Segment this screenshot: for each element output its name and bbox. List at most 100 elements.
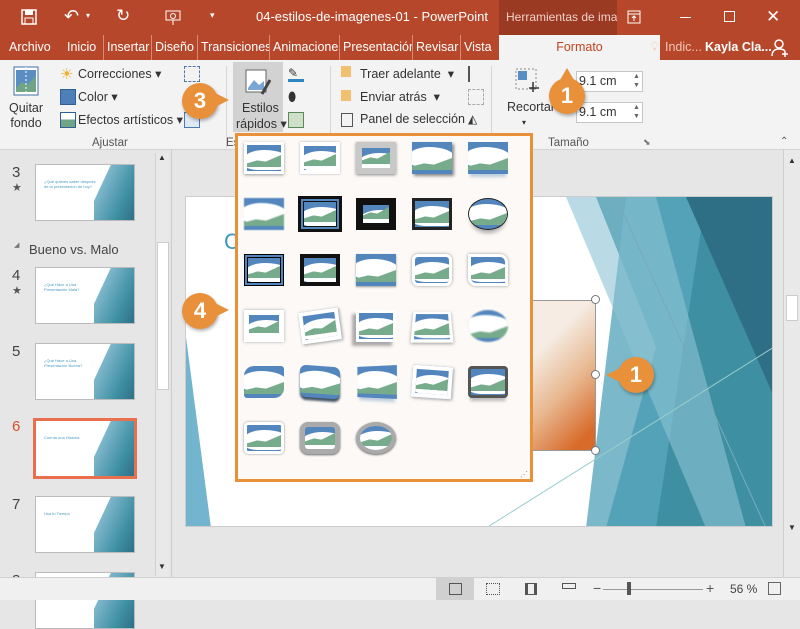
redo-icon[interactable]: ↻ xyxy=(116,6,130,26)
slide-thumbnail[interactable]: Cuenta una Historia xyxy=(33,418,137,479)
thumbnails-scrollbar[interactable]: ▲ ▼ xyxy=(155,153,169,576)
quick-style-drop-shadow[interactable] xyxy=(412,142,452,174)
tab-transiciones[interactable]: Transiciones xyxy=(198,35,270,60)
resize-handle[interactable] xyxy=(591,295,600,304)
quick-style-perspective-reflection[interactable] xyxy=(356,365,397,399)
zoom-out-icon[interactable]: − xyxy=(593,580,601,596)
slide-thumbnail[interactable]: ¿Qué quieres saber después de la present… xyxy=(35,164,135,221)
slide-thumbnail[interactable]: Usa tu Tiempo xyxy=(35,496,135,553)
slide-sorter-icon[interactable] xyxy=(486,583,500,595)
fit-slide-icon[interactable] xyxy=(768,582,781,595)
zoom-slider-thumb[interactable] xyxy=(627,582,631,595)
quick-style-metal-rounded[interactable] xyxy=(300,422,340,454)
tab-diseno[interactable]: Diseño xyxy=(152,35,198,60)
resize-handle[interactable] xyxy=(591,446,600,455)
scroll-up-icon[interactable]: ▲ xyxy=(788,156,796,165)
scrollbar-thumb[interactable] xyxy=(157,242,169,390)
quick-style-soft-edge[interactable] xyxy=(244,198,284,230)
quick-style-rotated-white[interactable] xyxy=(297,307,343,345)
selection-pane-button[interactable]: Panel de selección xyxy=(360,112,465,126)
quick-style-reflected[interactable] xyxy=(468,142,508,174)
send-backward-button[interactable]: Enviar atrás ▾ xyxy=(360,89,440,104)
quick-style-beveled-matte[interactable] xyxy=(356,254,396,286)
color-button[interactable]: Color ▾ xyxy=(78,89,118,104)
tab-revisar[interactable]: Revisar xyxy=(413,35,461,60)
collapse-ribbon-icon[interactable]: ⌃ xyxy=(780,136,788,147)
quick-style-relaxed-perspective[interactable] xyxy=(410,310,454,343)
quick-style-black-frame[interactable] xyxy=(300,254,340,286)
compress-pictures-icon[interactable] xyxy=(184,66,200,82)
quick-style-rounded-diagonal[interactable] xyxy=(244,366,284,398)
user-name[interactable]: Kayla Cla... xyxy=(705,40,772,54)
quick-style-metal-frame[interactable] xyxy=(468,366,508,398)
save-icon[interactable] xyxy=(21,9,37,25)
scroll-down-icon[interactable]: ▼ xyxy=(158,562,166,571)
editor-scrollbar[interactable]: ▲ ▼ xyxy=(783,150,800,577)
quick-style-rounded-white[interactable] xyxy=(412,254,452,286)
tab-presentacion[interactable]: Presentación xyxy=(340,35,413,60)
share-user-icon[interactable] xyxy=(770,38,790,58)
tab-insertar[interactable]: Insertar xyxy=(104,35,152,60)
bring-forward-button[interactable]: Traer adelante ▾ xyxy=(360,66,454,81)
tab-inicio[interactable]: Inicio xyxy=(64,35,104,60)
tab-vista[interactable]: Vista xyxy=(461,35,497,60)
minimize-icon[interactable] xyxy=(680,17,691,18)
zoom-level[interactable]: 56 % xyxy=(730,582,757,596)
quick-style-thick-matte-gray[interactable] xyxy=(356,142,396,174)
artistic-effects-button[interactable]: Efectos artísticos ▾ xyxy=(78,112,183,127)
undo-dropdown-icon[interactable]: ▾ xyxy=(86,11,90,20)
section-collapse-icon[interactable]: ◢ xyxy=(14,241,19,249)
undo-icon[interactable]: ↶ xyxy=(64,6,79,27)
quick-style-center-shadow[interactable] xyxy=(244,310,284,342)
section-title[interactable]: Bueno vs. Malo xyxy=(29,242,119,257)
scroll-up-icon[interactable]: ▲ xyxy=(158,153,166,162)
quick-style-oval-shadow[interactable] xyxy=(468,198,508,230)
quick-style-perspective-shadow[interactable] xyxy=(356,310,396,342)
maximize-icon[interactable] xyxy=(724,11,735,22)
picture-layout-icon[interactable] xyxy=(288,112,304,128)
quick-styles-button[interactable]: Estilos rápidos ▾ xyxy=(233,62,287,132)
normal-view-button[interactable] xyxy=(436,578,474,600)
quick-style-soft-edge-oval[interactable] xyxy=(468,310,508,342)
slide-thumbnail[interactable]: ¿Qué Hace a Una Presentación Mala? xyxy=(35,267,135,324)
resize-handle[interactable] xyxy=(591,370,600,379)
slide-thumbnail[interactable]: ¿Qué Hace a Una Presentación Buena? xyxy=(35,343,135,400)
scrollbar-thumb[interactable] xyxy=(786,295,798,321)
quick-style-metal-oval[interactable] xyxy=(356,422,396,454)
corrections-button[interactable]: Correcciones ▾ xyxy=(78,66,161,81)
crop-button[interactable]: Recortar ▾ xyxy=(505,64,555,136)
tab-formato[interactable]: Formato xyxy=(499,35,660,60)
start-presentation-icon[interactable] xyxy=(165,9,181,26)
quick-style-simple-frame-white[interactable] xyxy=(244,142,284,174)
gallery-resize-handle[interactable]: ⋰ xyxy=(520,470,528,479)
height-spinner[interactable]: ▲ ▼ xyxy=(633,72,640,90)
quick-style-rotated-frame[interactable] xyxy=(410,364,454,400)
ribbon-display-icon[interactable] xyxy=(627,10,641,24)
reading-view-icon[interactable] xyxy=(525,583,537,595)
tab-archivo[interactable]: Archivo xyxy=(6,35,58,60)
picture-border-icon[interactable]: ✎ xyxy=(288,66,304,82)
group-icon[interactable] xyxy=(468,89,484,105)
width-spinner[interactable]: ▲ ▼ xyxy=(633,103,640,121)
rotate-icon[interactable]: ◭ xyxy=(468,112,484,128)
quick-style-reflected-rounded[interactable] xyxy=(244,422,284,454)
quick-style-thick-matte-black[interactable] xyxy=(356,198,396,230)
size-dialog-launcher-icon[interactable]: ⬊ xyxy=(643,137,651,148)
quick-style-bevel-perspective[interactable] xyxy=(300,364,340,400)
tab-animaciones[interactable]: Animaciones xyxy=(270,35,340,60)
quick-style-soft-edge-white[interactable] xyxy=(300,142,340,174)
scroll-down-icon[interactable]: ▼ xyxy=(788,523,796,532)
slideshow-icon[interactable] xyxy=(562,583,576,589)
tell-me-box[interactable]: Indic... xyxy=(665,40,702,54)
remove-background-button[interactable]: Quitar fondo xyxy=(4,64,48,132)
quick-style-double-frame-black[interactable] xyxy=(298,196,342,232)
zoom-in-icon[interactable]: + xyxy=(706,580,714,596)
align-icon[interactable] xyxy=(468,66,484,82)
zoom-slider[interactable] xyxy=(603,589,703,590)
quick-style-snip-corner[interactable] xyxy=(468,254,508,286)
quick-style-compound-frame-black[interactable] xyxy=(244,254,284,286)
close-icon[interactable]: ✕ xyxy=(766,7,780,27)
customize-qat-icon[interactable]: ▾ xyxy=(210,10,215,21)
quick-style-simple-frame-black[interactable] xyxy=(412,198,452,230)
picture-effects-icon[interactable]: ⬮ xyxy=(288,89,304,105)
